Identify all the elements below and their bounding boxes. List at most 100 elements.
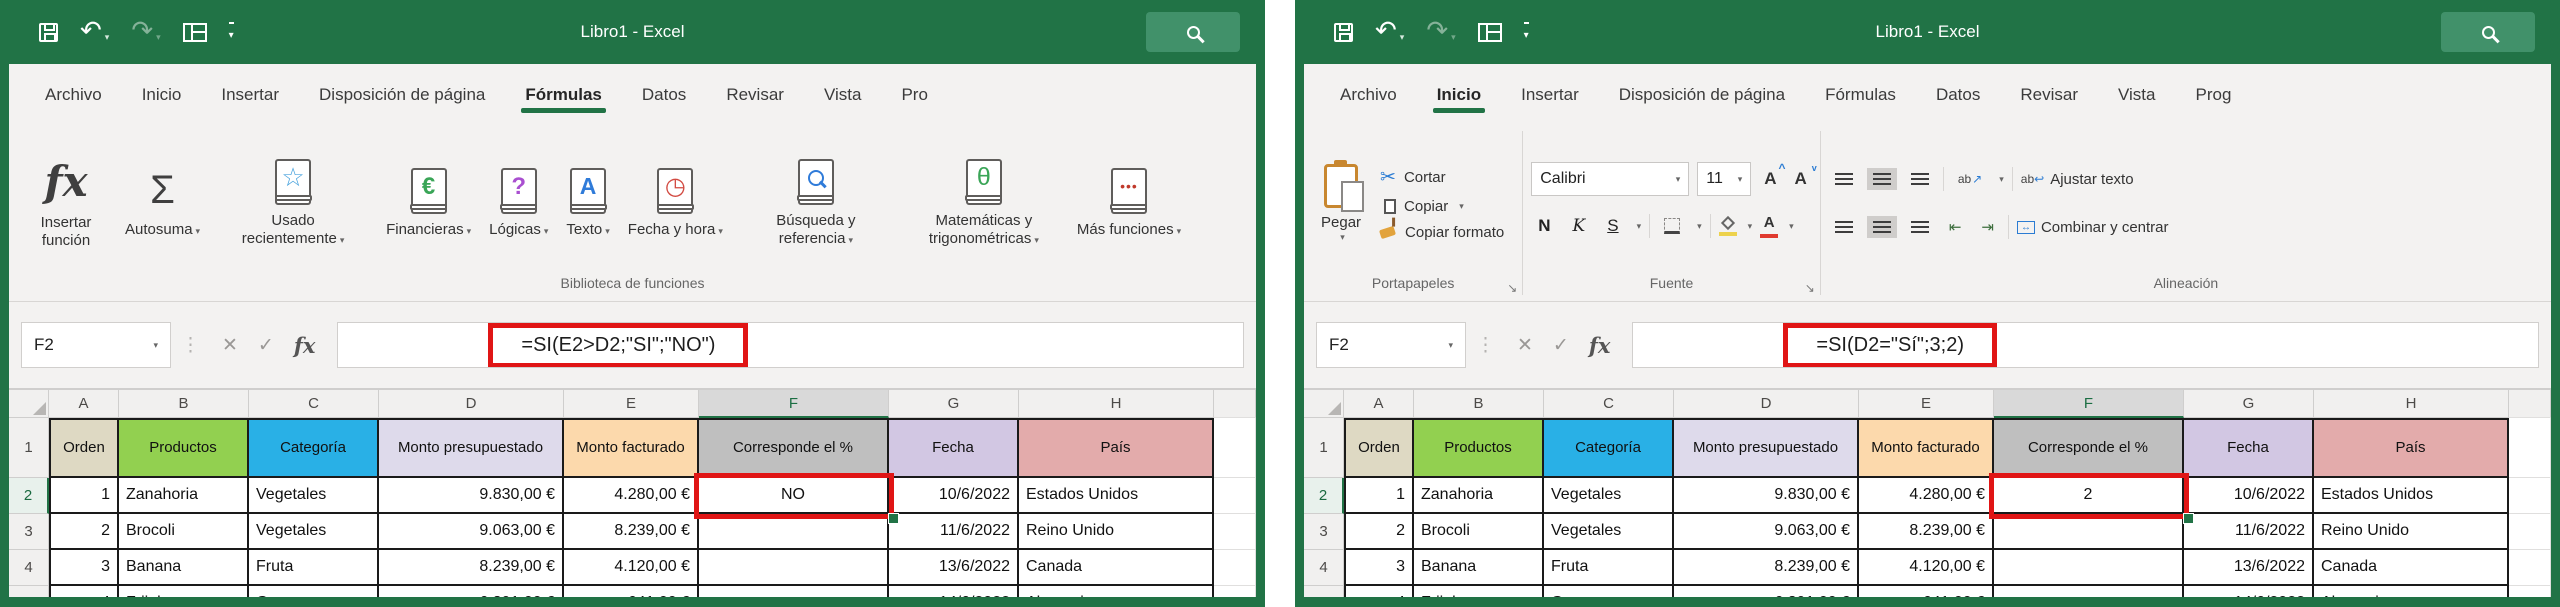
column-letter-extra[interactable] [1214, 390, 1256, 418]
function-category-button[interactable]: Matemáticas y trigonométricas▾ [900, 157, 1068, 249]
cancel-entry-button[interactable]: ✕ [222, 334, 238, 357]
header-cell[interactable]: Monto facturado [1859, 418, 1994, 478]
ribbon-tab[interactable]: Disposición de página [1599, 71, 1805, 119]
cell-corresponde[interactable] [699, 514, 889, 550]
orientation-button[interactable]: ab [1952, 167, 1988, 191]
row-number[interactable]: 4 [9, 550, 49, 586]
cell-monto-presupuestado[interactable]: 6.891,00 € [379, 586, 564, 597]
cell-orden[interactable]: 3 [1344, 550, 1414, 586]
cell-corresponde[interactable] [699, 586, 889, 597]
ribbon-tab[interactable]: Fórmulas [1805, 71, 1916, 119]
column-letter[interactable]: H [1019, 390, 1214, 418]
ribbon-tab[interactable]: Disposición de página [299, 71, 505, 119]
name-box[interactable]: F2 ▾ [21, 322, 171, 368]
decrease-indent-button[interactable] [1943, 213, 1968, 242]
borders-button[interactable] [1658, 213, 1686, 239]
cell-monto-presupuestado[interactable]: 9.830,00 € [379, 478, 564, 514]
column-letter[interactable]: B [1414, 390, 1544, 418]
search-button[interactable] [1146, 12, 1240, 52]
paste-button[interactable]: Pegar ▾ [1312, 159, 1370, 244]
ribbon-tab[interactable]: Archivo [1320, 71, 1417, 119]
ribbon-tab[interactable]: Vista [2098, 71, 2176, 119]
cell-orden[interactable]: 4 [1344, 586, 1414, 597]
cell-monto-presupuestado[interactable]: 9.063,00 € [1674, 514, 1859, 550]
ribbon-tab[interactable]: Revisar [706, 71, 804, 119]
function-category-button[interactable]: Autosuma▾ [116, 166, 209, 241]
align-middle-button[interactable] [1866, 168, 1897, 190]
font-color-button[interactable] [1760, 214, 1779, 238]
cell-pais[interactable]: Estados Unidos [2314, 478, 2509, 514]
cell-fecha[interactable]: 10/6/2022 [2184, 478, 2314, 514]
empty-cell[interactable] [2509, 550, 2551, 586]
column-letter[interactable]: F [1994, 390, 2184, 418]
header-cell[interactable]: Corresponde el % [1994, 418, 2184, 478]
cell-monto-facturado[interactable]: 8.239,00 € [564, 514, 699, 550]
confirm-entry-button[interactable]: ✓ [1553, 334, 1569, 357]
empty-cell[interactable] [2509, 586, 2551, 597]
cell-corresponde[interactable] [1994, 550, 2184, 586]
cell-corresponde[interactable]: 2 [1994, 478, 2184, 514]
header-cell[interactable]: Monto facturado [564, 418, 699, 478]
cell-monto-presupuestado[interactable]: 8.239,00 € [1674, 550, 1859, 586]
align-right-button[interactable] [1905, 216, 1935, 238]
header-cell[interactable]: Categoría [249, 418, 379, 478]
cell-pais[interactable]: Canada [1019, 550, 1214, 586]
column-letter-extra[interactable] [2509, 390, 2551, 418]
format-painter-button[interactable]: Copiar formato [1379, 224, 1504, 241]
cell-fecha[interactable]: 13/6/2022 [2184, 550, 2314, 586]
align-center-button[interactable] [1866, 216, 1897, 238]
cell-fecha[interactable]: 11/6/2022 [2184, 514, 2314, 550]
column-letter[interactable]: E [564, 390, 699, 418]
ribbon-tab[interactable]: Inicio [122, 71, 202, 119]
cell-orden[interactable]: 4 [49, 586, 119, 597]
table-button[interactable] [182, 22, 207, 42]
cell-corresponde[interactable]: NO [699, 478, 889, 514]
column-letter[interactable]: G [889, 390, 1019, 418]
cell-monto-presupuestado[interactable]: 9.830,00 € [1674, 478, 1859, 514]
empty-cell[interactable] [1214, 514, 1256, 550]
cell-producto[interactable]: Brocoli [119, 514, 249, 550]
cell-producto[interactable]: Zanahoria [119, 478, 249, 514]
empty-cell[interactable] [1214, 550, 1256, 586]
cell-producto[interactable]: Frijoles [1414, 586, 1544, 597]
cell-producto[interactable]: Brocoli [1414, 514, 1544, 550]
decrease-font-button[interactable] [1790, 163, 1817, 191]
name-box[interactable]: F2 ▾ [1316, 322, 1466, 368]
row-number[interactable]: 5 [1304, 586, 1344, 597]
cell-pais[interactable]: Estados Unidos [1019, 478, 1214, 514]
fill-color-button[interactable] [1718, 215, 1737, 236]
merge-center-button[interactable]: Combinar y centrar [2016, 219, 2169, 236]
ribbon-tab[interactable]: Inicio [1417, 71, 1501, 119]
customize-qat-button[interactable] [1523, 21, 1529, 43]
cell-pais[interactable]: Alemania [2314, 586, 2509, 597]
increase-font-button[interactable] [1759, 161, 1786, 191]
cell-pais[interactable]: Canada [2314, 550, 2509, 586]
formula-field[interactable]: =SI(E2>D2;"SI";"NO") [337, 322, 1244, 368]
undo-button[interactable]: ▾ [1375, 20, 1405, 44]
cell-orden[interactable]: 2 [49, 514, 119, 550]
cell-corresponde[interactable] [1994, 514, 2184, 550]
cell-monto-presupuestado[interactable]: 8.239,00 € [379, 550, 564, 586]
cell-categoria[interactable]: Granos [249, 586, 379, 597]
cell-orden[interactable]: 1 [49, 478, 119, 514]
cell-fecha[interactable]: 11/6/2022 [889, 514, 1019, 550]
header-cell[interactable]: Monto presupuestado [379, 418, 564, 478]
formula-input-highlighted[interactable]: =SI(E2>D2;"SI";"NO") [488, 323, 749, 367]
cell-fecha[interactable]: 14/6/2022 [889, 586, 1019, 597]
cell-fecha[interactable]: 14/6/2022 [2184, 586, 2314, 597]
row-number[interactable]: 3 [9, 514, 49, 550]
header-cell[interactable]: Productos [119, 418, 249, 478]
ribbon-tab[interactable]: Prog [2175, 71, 2251, 119]
column-letter[interactable]: D [1674, 390, 1859, 418]
cell-pais[interactable]: Reino Unido [1019, 514, 1214, 550]
empty-cell[interactable] [2509, 478, 2551, 514]
cell-orden[interactable]: 2 [1344, 514, 1414, 550]
column-letter[interactable]: B [119, 390, 249, 418]
column-letter[interactable]: F [699, 390, 889, 418]
row-number[interactable]: 3 [1304, 514, 1344, 550]
cell-pais[interactable]: Alemania [1019, 586, 1214, 597]
cell-categoria[interactable]: Granos [1544, 586, 1674, 597]
select-all-corner[interactable] [9, 390, 49, 418]
ribbon-tab[interactable]: Fórmulas [505, 71, 622, 119]
cell-monto-presupuestado[interactable]: 9.063,00 € [379, 514, 564, 550]
